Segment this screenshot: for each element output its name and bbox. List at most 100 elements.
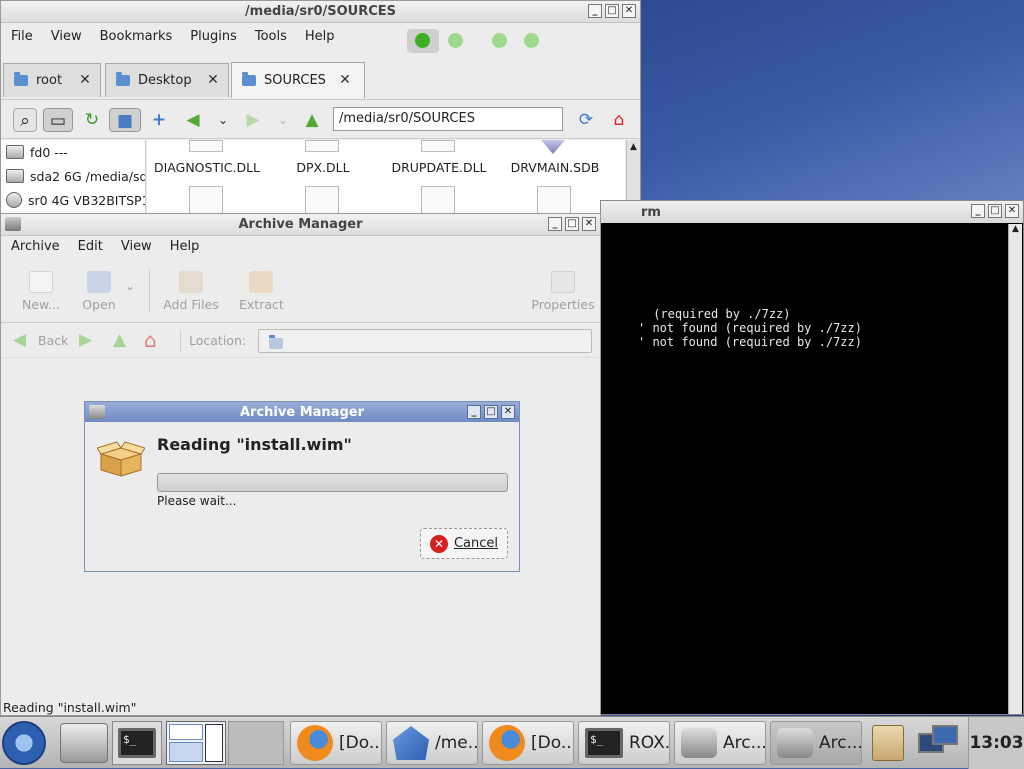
add-files-button[interactable]: Add Files [163,271,219,312]
taskbar-item-terminal[interactable]: $_ ROX... [578,721,670,765]
refresh-icon[interactable]: ⟳ [574,108,598,132]
taskbar-item-archive-1[interactable]: Arc... [674,721,766,765]
drive-icon[interactable]: ▭ [43,108,73,132]
file-icon[interactable] [421,186,455,216]
green-light-icon[interactable] [448,33,463,48]
forward-arrow-icon[interactable]: ▶ [241,108,265,132]
menu-plugins[interactable]: Plugins [181,29,246,44]
scroll-up-icon[interactable]: ▲ [1009,224,1022,238]
back-arrow-icon[interactable]: ◀ [13,330,26,350]
location-input[interactable] [258,329,592,353]
file-icon[interactable] [189,186,223,216]
up-arrow-icon[interactable]: ▲ [300,108,324,132]
tab-root[interactable]: root ✕ [3,63,101,97]
file-icon[interactable] [189,140,223,152]
search-icon[interactable]: ⌕ [13,108,37,132]
file-name[interactable]: DRUPDATE.DLL [379,160,499,175]
terminal-launcher[interactable]: $_ [112,721,162,765]
minimize-button[interactable]: _ [971,204,985,218]
home-icon[interactable]: ⌂ [607,108,631,132]
file-manager-titlebar[interactable]: /media/sr0/SOURCES _ □ ✕ [1,1,640,23]
home-icon[interactable]: ⌂ [144,328,157,352]
file-icon[interactable] [537,186,571,216]
path-input[interactable]: /media/sr0/SOURCES [333,107,563,131]
terminal-scrollbar[interactable]: ▲ [1008,224,1022,714]
menu-bookmarks[interactable]: Bookmarks [91,29,182,44]
chevron-down-icon[interactable]: ⌄ [211,108,235,132]
archive-manager-toolbar: New... Open ⌄ Add Files Extract Properti… [1,261,600,323]
folder-icon [242,72,256,86]
minimize-button[interactable]: _ [548,217,562,231]
file-manager-title: /media/sr0/SOURCES [244,4,397,19]
taskbar-item-rox-filer[interactable]: /me... [386,721,478,765]
file-name[interactable]: DPX.DLL [263,160,383,175]
back-button[interactable]: Back [38,333,68,348]
clipboard-icon[interactable] [872,725,904,761]
drive-launcher-icon[interactable] [60,723,108,763]
folder-view-icon[interactable]: ■ [109,108,141,132]
taskbar-item-archive-2[interactable]: Arc... [770,721,862,765]
reload-icon[interactable]: ↻ [80,108,104,132]
sidebar-item-label: fd0 --- [30,144,68,160]
tab-desktop[interactable]: Desktop ✕ [105,63,229,97]
close-tab-icon[interactable]: ✕ [78,73,92,88]
menu-archive[interactable]: Archive [2,239,69,254]
network-icon[interactable] [914,723,962,763]
extract-button[interactable]: Extract [239,271,284,312]
chevron-down-icon[interactable]: ⌄ [271,108,295,132]
taskbar-item-firefox-1[interactable]: [Do... [290,721,382,765]
minimize-button[interactable]: _ [588,4,602,18]
file-icon[interactable] [541,140,565,154]
close-button[interactable]: ✕ [1005,204,1019,218]
new-button[interactable]: New... [21,271,61,312]
file-icon[interactable] [305,140,339,152]
green-light-icon[interactable] [492,33,507,48]
file-icon[interactable] [421,140,455,152]
green-light-icon[interactable] [415,33,430,48]
menu-tools[interactable]: Tools [246,29,296,44]
chevron-down-icon[interactable]: ⌄ [125,279,135,293]
maximize-button[interactable]: □ [605,4,619,18]
menu-file[interactable]: File [2,29,42,44]
open-label: Open [82,297,116,312]
close-button[interactable]: ✕ [501,405,515,419]
menu-view[interactable]: View [42,29,91,44]
forward-arrow-icon[interactable]: ▶ [79,330,92,350]
maximize-button[interactable]: □ [988,204,1002,218]
add-icon[interactable]: + [147,108,171,132]
back-arrow-icon[interactable]: ◀ [181,108,205,132]
scroll-up-icon[interactable]: ▲ [627,140,640,154]
file-icon[interactable] [305,186,339,216]
menu-help[interactable]: Help [296,29,344,44]
menu-help[interactable]: Help [161,239,209,254]
workspace-pager[interactable] [166,721,226,765]
menu-edit[interactable]: Edit [69,239,112,254]
taskbar-item-firefox-2[interactable]: [Do... [482,721,574,765]
close-tab-icon[interactable]: ✕ [206,73,220,88]
archive-manager-titlebar[interactable]: Archive Manager _ □ ✕ [1,214,600,236]
terminal-titlebar[interactable]: rm _ □ ✕ [601,201,1023,223]
up-arrow-icon[interactable]: ▲ [113,330,126,350]
green-light-icon[interactable] [524,33,539,48]
minimize-button[interactable]: _ [467,405,481,419]
menu-view[interactable]: View [112,239,161,254]
sidebar-item-sda2[interactable]: sda2 6G /media/sda [1,164,145,188]
file-name[interactable]: DIAGNOSTIC.DLL [147,160,267,175]
floppy-icon [6,145,24,159]
close-button[interactable]: ✕ [622,4,636,18]
dialog-titlebar[interactable]: Archive Manager _ □ ✕ [85,402,519,422]
tab-sources[interactable]: SOURCES ✕ [231,62,365,98]
file-name[interactable]: DRVMAIN.SDB [495,160,615,175]
cancel-button[interactable]: ✕ Cancel [420,528,508,559]
maximize-button[interactable]: □ [484,405,498,419]
close-tab-icon[interactable]: ✕ [338,73,352,88]
start-menu-icon[interactable] [2,721,46,765]
open-button[interactable]: Open [79,271,119,312]
maximize-button[interactable]: □ [565,217,579,231]
workspace-pager-empty[interactable] [228,721,284,765]
sidebar-item-fd0[interactable]: fd0 --- [1,140,145,164]
close-button[interactable]: ✕ [582,217,596,231]
clock[interactable]: 13:03 [968,717,1024,769]
properties-button[interactable]: Properties [531,271,595,312]
sidebar-item-sr0[interactable]: sr0 4G VB32BITSP1 [1,188,145,212]
